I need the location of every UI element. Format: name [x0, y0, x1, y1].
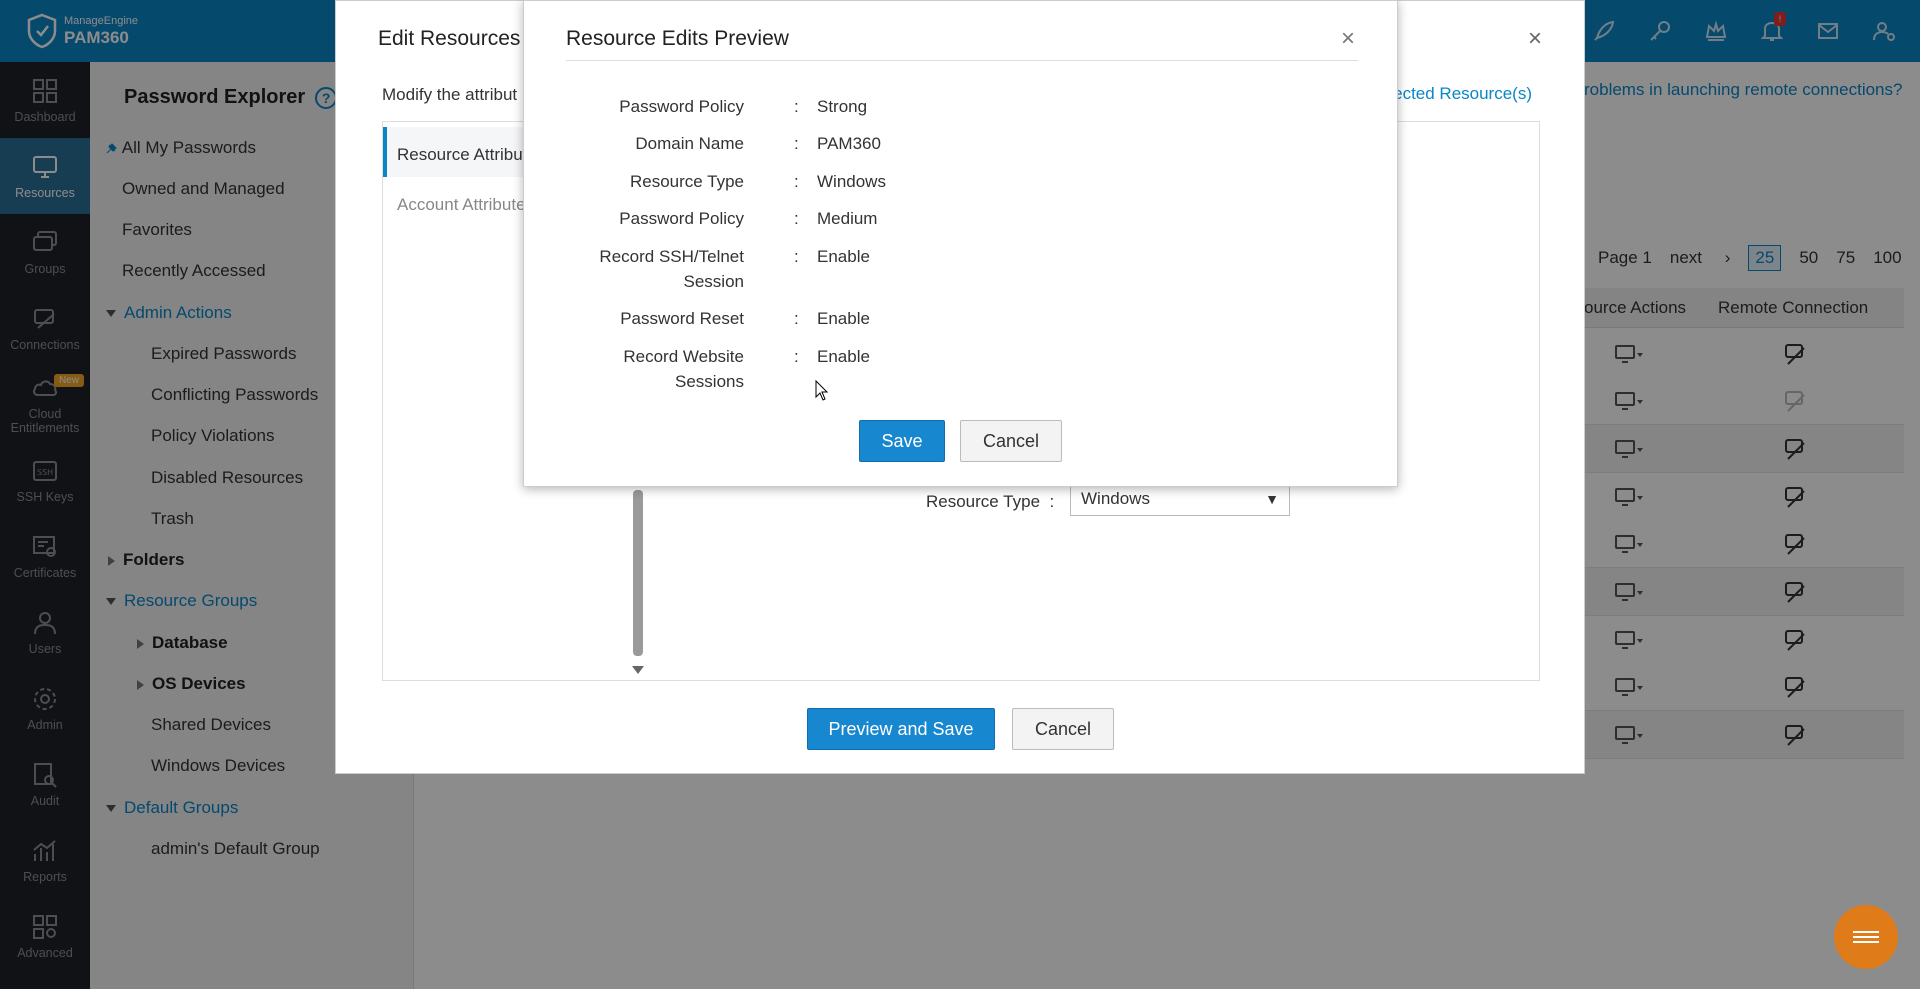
scrollbar-thumb[interactable] [633, 490, 643, 656]
save-button[interactable]: Save [859, 420, 945, 462]
close-icon[interactable]: × [1341, 25, 1355, 53]
preview-label: Resource Type [629, 172, 744, 191]
preview-label: Password Reset [620, 309, 744, 328]
preview-value: Enable [817, 309, 870, 328]
dialog-title: Resource Edits Preview [566, 27, 789, 50]
quick-menu-button[interactable] [1834, 905, 1898, 969]
tab-account-attributes[interactable]: Account Attribute [383, 177, 543, 227]
preview-label: Password Policy [619, 209, 744, 228]
preview-value: Enable [817, 347, 870, 366]
selected-value: Windows [1081, 489, 1150, 508]
cancel-button[interactable]: Cancel [960, 420, 1062, 462]
label-text: Resource Type [926, 492, 1041, 511]
preview-value: Medium [817, 209, 878, 228]
preview-and-save-button[interactable]: Preview and Save [807, 708, 995, 750]
colon: : [794, 309, 799, 328]
tab-resource-attributes[interactable]: Resource Attribut [383, 127, 543, 177]
close-icon[interactable]: × [1528, 25, 1542, 53]
preview-value: PAM360 [817, 134, 881, 153]
chevron-down-icon: ▼ [1265, 491, 1279, 507]
preview-value: Windows [817, 172, 886, 191]
resource-type-select[interactable]: Windows ▼ [1070, 482, 1290, 516]
mouse-cursor-icon [815, 380, 829, 401]
preview-label: Record SSH/Telnet Session [599, 247, 744, 291]
preview-value: Strong [817, 97, 868, 116]
scroll-down-icon[interactable] [632, 666, 644, 674]
colon: : [1049, 492, 1055, 511]
preview-label: Password Policy [619, 97, 744, 116]
cancel-button[interactable]: Cancel [1012, 708, 1114, 750]
colon: : [794, 97, 799, 116]
preview-value: Enable [817, 247, 870, 266]
preview-label: Domain Name [635, 134, 744, 153]
divider [566, 60, 1358, 61]
colon: : [794, 347, 799, 366]
dialog-title: Edit Resources [378, 27, 521, 50]
menu-icon [1853, 928, 1879, 946]
colon: : [794, 134, 799, 153]
colon: : [794, 247, 799, 266]
resource-type-label: Resource Type : [926, 492, 1054, 512]
preview-label: Record Website Sessions [623, 347, 744, 391]
resource-edits-preview-dialog: Resource Edits Preview × Password Policy… [523, 0, 1398, 487]
dialog-description: Modify the attribut [382, 85, 518, 104]
colon: : [794, 209, 799, 228]
selected-resources-link[interactable]: ected Resource(s) [1393, 84, 1532, 104]
colon: : [794, 172, 799, 191]
